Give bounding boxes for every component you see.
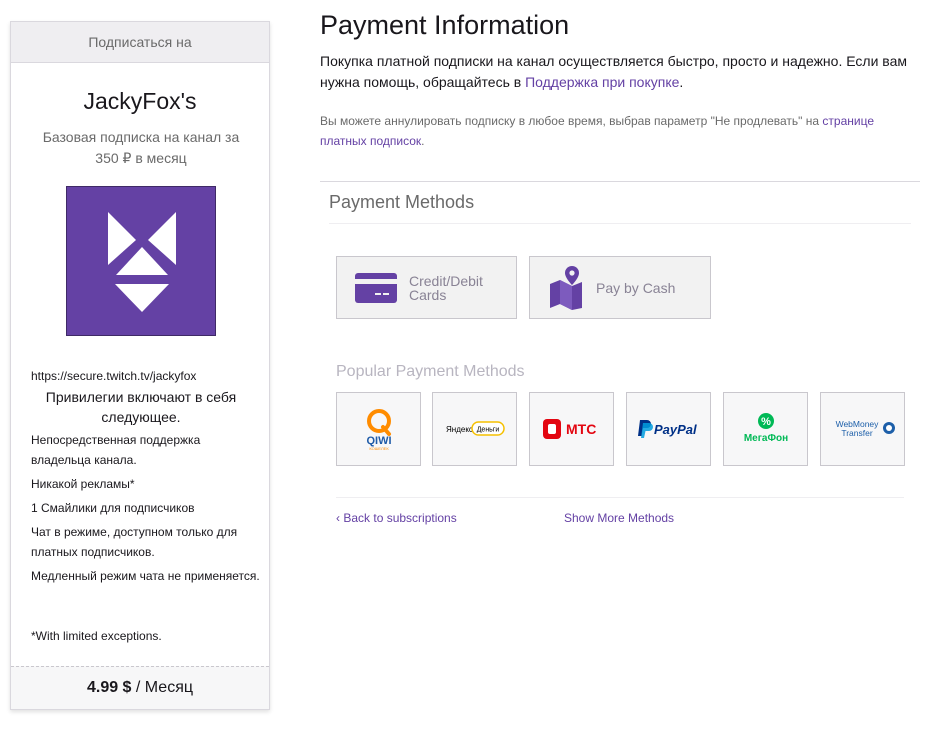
channel-name: JackyFox's (83, 88, 197, 114)
yandex-money-button[interactable]: Яндекс Деньги (432, 392, 517, 466)
perk-item: 1 Смайлики для подписчиков (31, 501, 195, 515)
price-amount: 4.99 $ (86, 679, 132, 696)
qiwi-button[interactable]: QIWI КОШЕЛЕК (336, 392, 421, 466)
svg-text:МТС: МТС (566, 421, 596, 437)
popular-methods-title: Popular Payment Methods (336, 363, 525, 380)
purchase-support-link[interactable]: Поддержка при покупке (525, 74, 679, 90)
megafon-logo-icon: % МегаФон (743, 413, 788, 444)
divider (336, 497, 904, 498)
page-title: Payment Information (320, 10, 570, 40)
price-bar: 4.99 $ / Месяц (11, 666, 269, 709)
perk-item: Чат в режиме, доступном только для платн… (31, 525, 238, 559)
back-link-label: Back to subscriptions (343, 511, 457, 525)
divider (320, 181, 920, 182)
cancel-end: . (421, 134, 425, 148)
map-pin-icon (550, 265, 582, 310)
credit-card-icon (355, 272, 397, 303)
intro-end: . (679, 74, 684, 90)
svg-text:%: % (761, 416, 771, 428)
exceptions-note: *With limited exceptions. (31, 629, 162, 643)
svg-text:КОШЕЛЕК: КОШЕЛЕК (369, 446, 389, 451)
svg-text:Яндекс: Яндекс (446, 425, 473, 434)
cancel-note: Вы можете аннулировать подписку в любое … (320, 111, 900, 151)
mts-logo-icon: МТС (542, 419, 596, 439)
subscription-card: Подписаться на JackyFox's Базовая подпис… (10, 21, 270, 710)
mts-button[interactable]: МТС (529, 392, 614, 466)
price-period: / Месяц (131, 679, 194, 696)
perks-list: Непосредственная поддержка владельца кан… (31, 430, 261, 590)
card-header: Подписаться на (11, 22, 269, 63)
channel-logo (66, 186, 216, 336)
pay-by-cash-label: Pay by Cash (596, 279, 676, 296)
show-more-methods-link[interactable]: Show More Methods (564, 511, 674, 525)
intro-text: Покупка платной подписки на канал осущес… (320, 51, 915, 93)
perk-item: Непосредственная поддержка владельца кан… (31, 433, 201, 467)
credit-card-button[interactable]: Credit/Debit Cards (336, 256, 517, 319)
divider (329, 223, 911, 224)
subscription-description: Базовая подписка на канал за 350 ₽ в мес… (42, 129, 240, 166)
paypal-logo-icon: PayPal (637, 420, 697, 438)
paypal-button[interactable]: PayPal (626, 392, 711, 466)
perks-title: Привилегии включают в себя следующее. (45, 389, 237, 425)
cancel-body: Вы можете аннулировать подписку в любое … (320, 114, 823, 128)
svg-text:Деньги: Деньги (476, 427, 499, 434)
webmoney-logo-icon: WebMoney Transfer (835, 419, 895, 438)
svg-text:Transfer: Transfer (841, 428, 873, 438)
qiwi-logo-icon: QIWI КОШЕЛЕК (366, 409, 391, 451)
perk-item: Никакой рекламы* (31, 477, 135, 491)
channel-url: https://secure.twitch.tv/jackyfox (31, 369, 197, 383)
svg-text:МегаФон: МегаФон (743, 433, 787, 444)
yandex-money-logo-icon: Яндекс Деньги (446, 421, 505, 436)
perk-item: Медленный режим чата не применяется. (31, 569, 260, 583)
credit-card-label: Credit/Debit Cards (409, 272, 483, 303)
megafon-button[interactable]: % МегаФон (723, 392, 808, 466)
payment-methods-title: Payment Methods (329, 192, 475, 212)
webmoney-button[interactable]: WebMoney Transfer (820, 392, 905, 466)
fox-logo-icon (108, 212, 176, 312)
pay-by-cash-button[interactable]: Pay by Cash (529, 256, 711, 319)
back-to-subscriptions-link[interactable]: ‹ Back to subscriptions (336, 511, 457, 525)
svg-text:PayPal: PayPal (654, 422, 697, 437)
